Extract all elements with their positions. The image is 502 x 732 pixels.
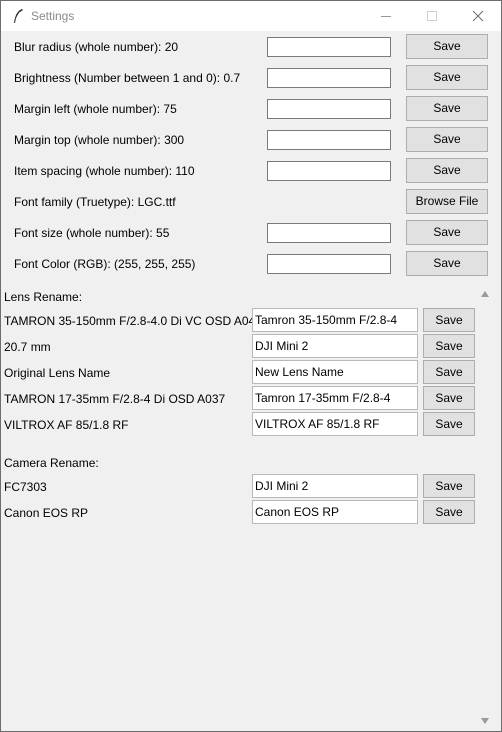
item-spacing-input[interactable] (267, 161, 391, 181)
lens-save-button[interactable]: Save (423, 360, 475, 384)
lens-rename-heading: Lens Rename: (4, 290, 83, 304)
item-spacing-label: Item spacing (whole number): 110 (14, 164, 195, 178)
camera-original-name: FC7303 (4, 480, 47, 494)
lens-new-name-input[interactable]: New Lens Name (252, 360, 418, 384)
vertical-scrollbar[interactable] (476, 288, 494, 731)
lens-new-name-input[interactable]: Tamron 17-35mm F/2.8-4 (252, 386, 418, 410)
font-color-input[interactable] (267, 254, 391, 274)
minimize-button[interactable] (363, 1, 409, 31)
lens-save-button[interactable]: Save (423, 412, 475, 436)
lens-original-name: TAMRON 17-35mm F/2.8-4 Di OSD A037 (4, 392, 226, 406)
font-size-input[interactable] (267, 223, 391, 243)
lens-save-button[interactable]: Save (423, 308, 475, 332)
lens-new-name-input[interactable]: Tamron 35-150mm F/2.8-4 (252, 308, 418, 332)
lens-save-button[interactable]: Save (423, 386, 475, 410)
lens-original-name: TAMRON 35-150mm F/2.8-4.0 Di VC OSD A043 (4, 314, 262, 328)
close-button[interactable] (455, 1, 501, 31)
camera-save-button[interactable]: Save (423, 474, 475, 498)
lens-new-name-input[interactable]: DJI Mini 2 (252, 334, 418, 358)
font-family-label: Font family (Truetype): LGC.ttf (14, 195, 176, 209)
lens-save-button[interactable]: Save (423, 334, 475, 358)
maximize-icon (427, 11, 437, 21)
margin-top-label: Margin top (whole number): 300 (14, 133, 185, 147)
margin-left-label: Margin left (whole number): 75 (14, 102, 177, 116)
margin-left-save-button[interactable]: Save (406, 96, 488, 121)
title-bar[interactable]: Settings (1, 1, 501, 31)
margin-left-input[interactable] (267, 99, 391, 119)
lens-original-name: Original Lens Name (4, 366, 111, 380)
close-icon (472, 10, 484, 22)
camera-rename-heading: Camera Rename: (4, 456, 99, 470)
brightness-label: Brightness (Number between 1 and 0): 0.7 (14, 71, 241, 85)
font-color-save-button[interactable]: Save (406, 251, 488, 276)
blur-radius-input[interactable] (267, 37, 391, 57)
maximize-button[interactable] (409, 1, 455, 31)
margin-top-save-button[interactable]: Save (406, 127, 488, 152)
item-spacing-save-button[interactable]: Save (406, 158, 488, 183)
brightness-input[interactable] (267, 68, 391, 88)
feather-icon (14, 9, 23, 23)
scroll-up-arrow-icon[interactable] (480, 290, 490, 298)
browse-file-button[interactable]: Browse File (406, 189, 488, 214)
margin-top-input[interactable] (267, 130, 391, 150)
font-color-label: Font Color (RGB): (255, 255, 255) (14, 257, 196, 271)
lens-original-name: 20.7 mm (4, 340, 51, 354)
camera-new-name-input[interactable]: DJI Mini 2 (252, 474, 418, 498)
scroll-down-arrow-icon[interactable] (480, 717, 490, 725)
brightness-save-button[interactable]: Save (406, 65, 488, 90)
window-title: Settings (31, 9, 75, 23)
lens-new-name-input[interactable]: VILTROX AF 85/1.8 RF (252, 412, 418, 436)
minimize-icon (381, 16, 391, 17)
camera-save-button[interactable]: Save (423, 500, 475, 524)
settings-window: Settings Blur radius (whole number): 20 … (0, 0, 502, 732)
camera-original-name: Canon EOS RP (4, 506, 89, 520)
blur-radius-save-button[interactable]: Save (406, 34, 488, 59)
lens-original-name: VILTROX AF 85/1.8 RF (4, 418, 129, 432)
camera-new-name-input[interactable]: Canon EOS RP (252, 500, 418, 524)
font-size-label: Font size (whole number): 55 (14, 226, 170, 240)
blur-radius-label: Blur radius (whole number): 20 (14, 40, 179, 54)
font-size-save-button[interactable]: Save (406, 220, 488, 245)
